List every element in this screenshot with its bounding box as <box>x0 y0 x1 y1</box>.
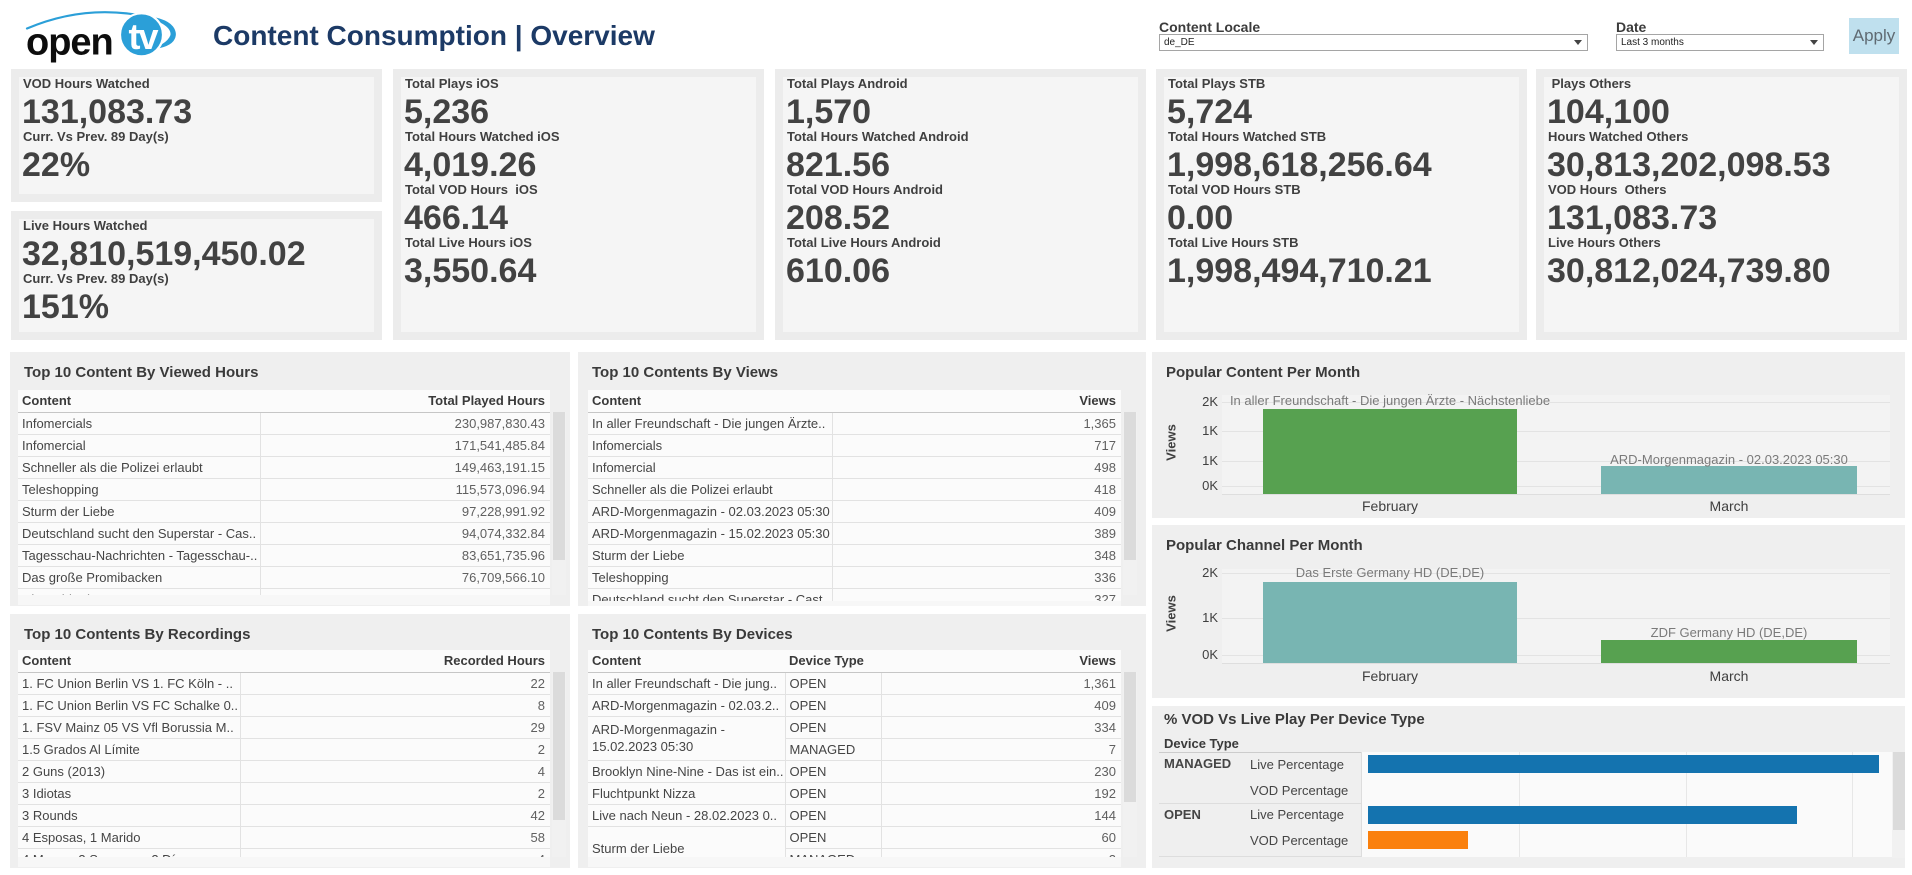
svg-text:tv: tv <box>128 16 158 57</box>
svg-text:open: open <box>26 22 113 64</box>
